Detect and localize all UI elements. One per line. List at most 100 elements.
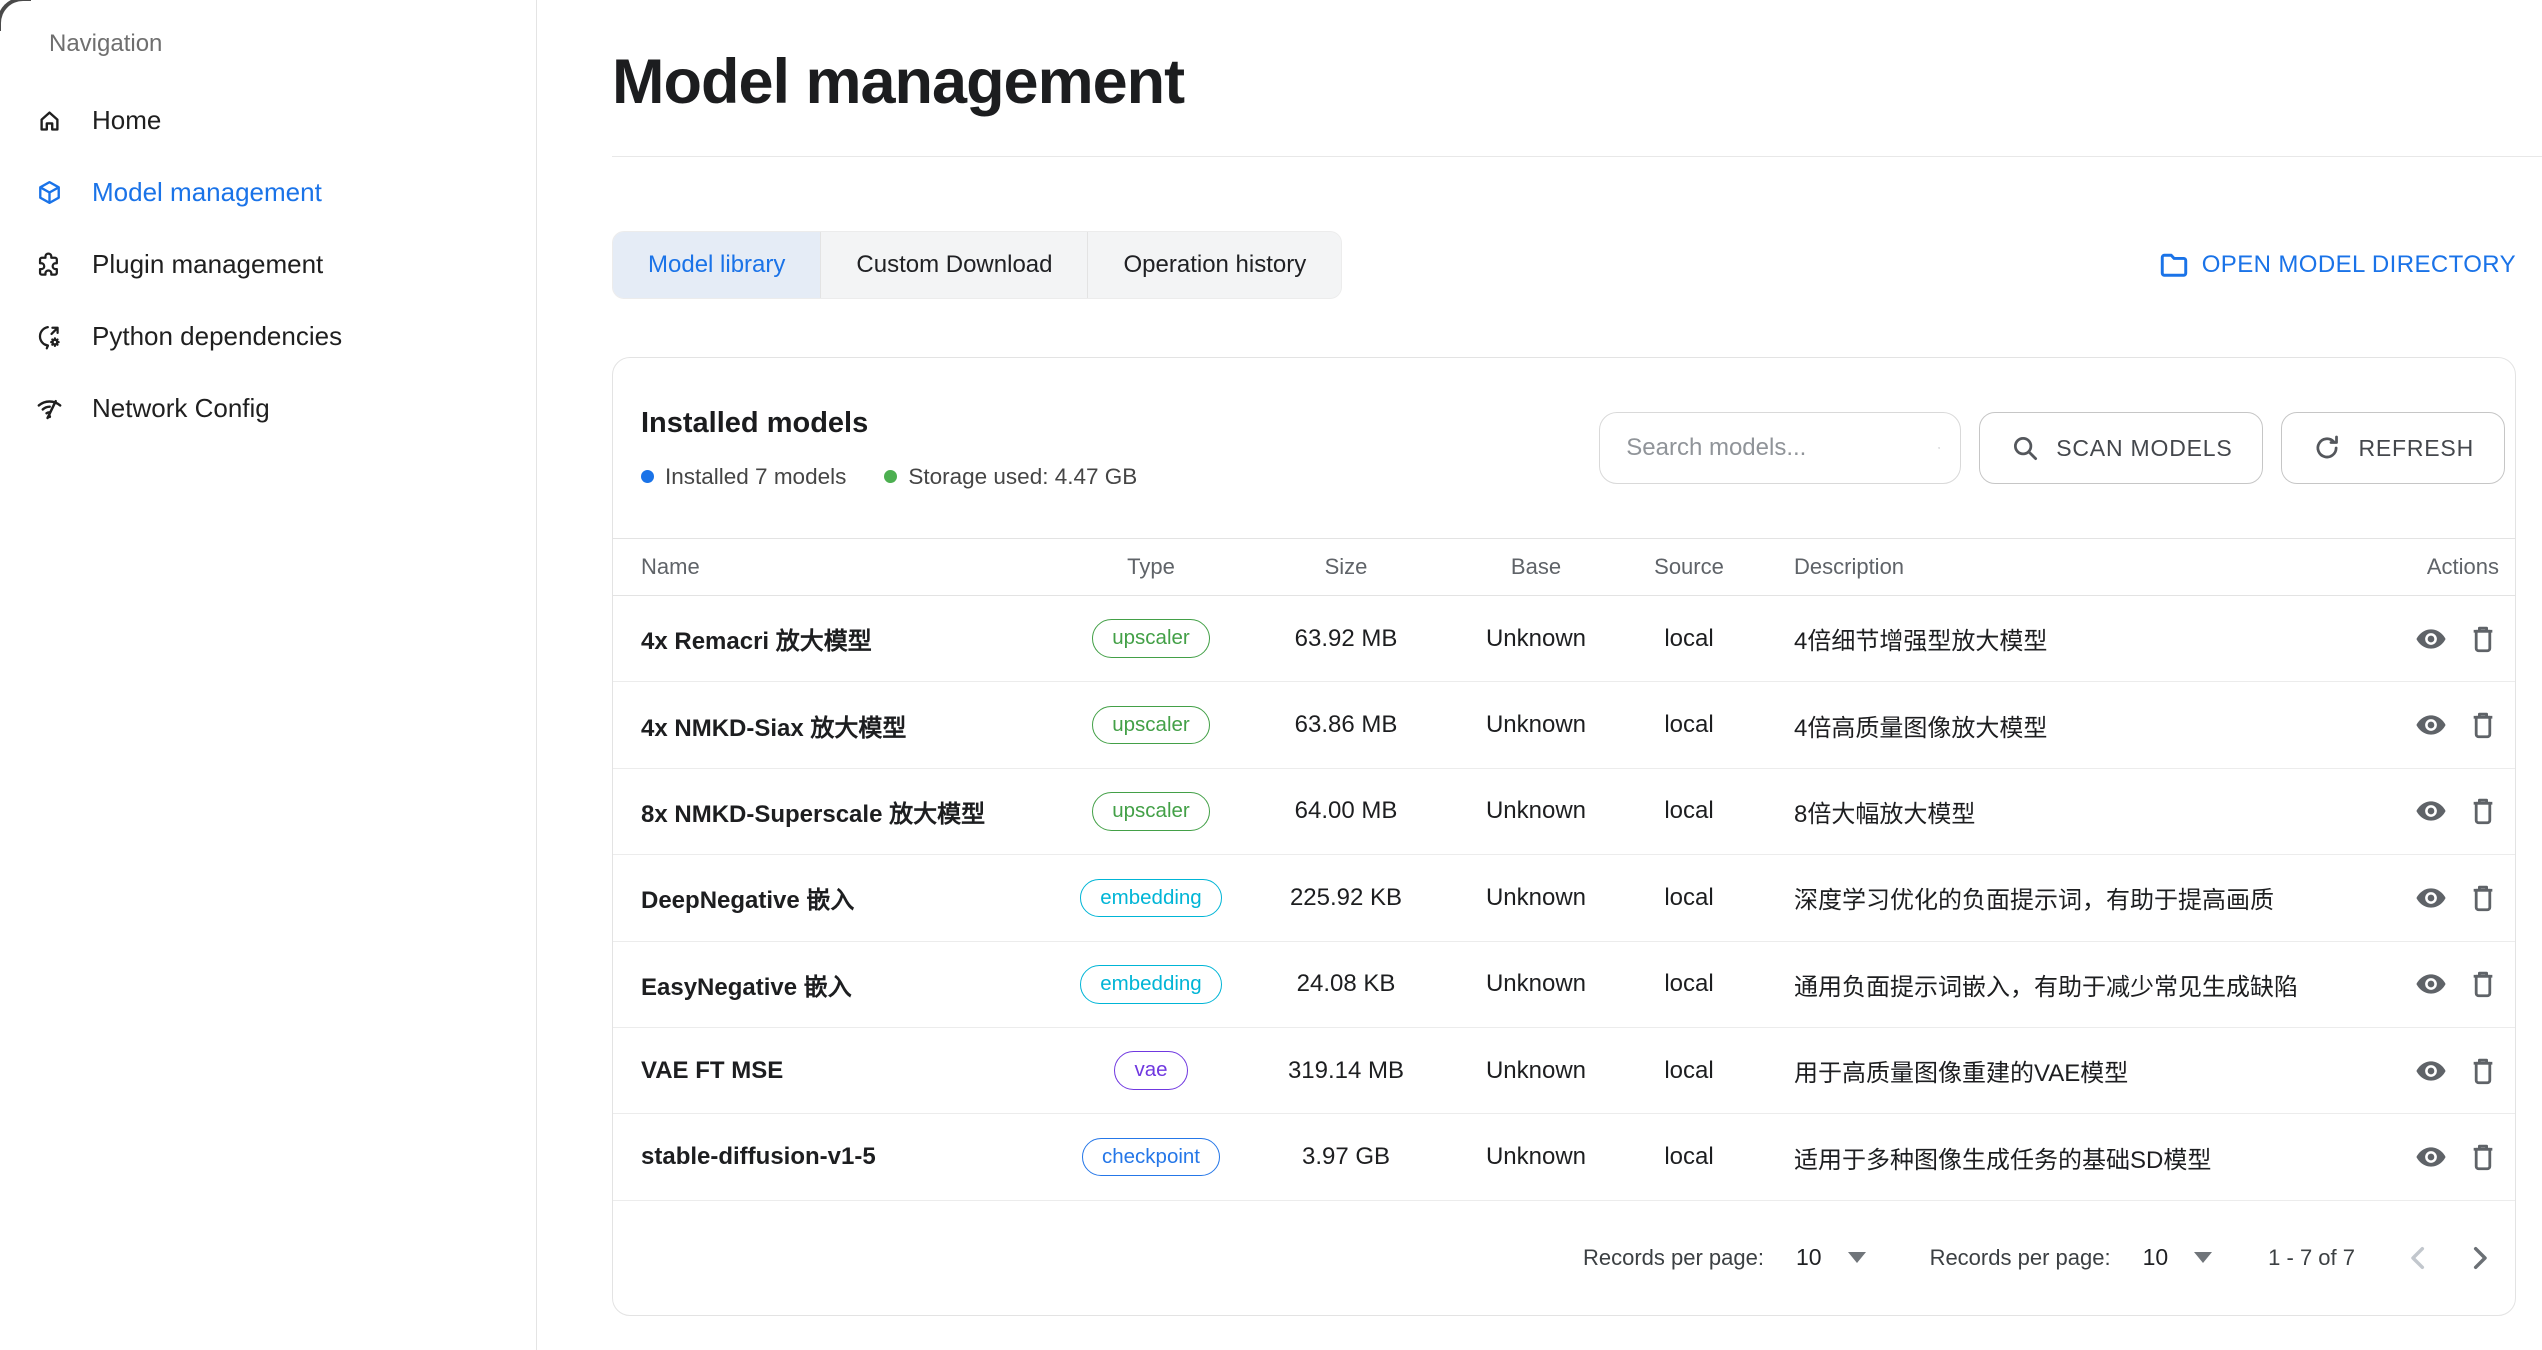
eye-icon	[2415, 709, 2447, 741]
cube-icon	[36, 179, 63, 206]
card-title: Installed models	[641, 407, 1137, 440]
view-model-button[interactable]	[2415, 709, 2447, 741]
tab-model-library[interactable]: Model library	[613, 232, 820, 298]
tab-custom-download[interactable]: Custom Download	[820, 232, 1087, 298]
refresh-label: REFRESH	[2358, 435, 2474, 462]
model-base-cell: Unknown	[1451, 884, 1621, 912]
model-size-cell: 63.92 MB	[1241, 625, 1451, 653]
installed-count-status: Installed 7 models	[641, 464, 846, 490]
sidebar-item-label: Network Config	[92, 393, 270, 424]
delete-model-button[interactable]	[2467, 882, 2499, 914]
network-icon	[36, 395, 63, 422]
status-row: Installed 7 models Storage used: 4.47 GB	[641, 464, 1137, 490]
table-body: 4x Remacri 放大模型upscaler63.92 MBUnknownlo…	[613, 596, 2515, 1201]
model-base-cell: Unknown	[1451, 1143, 1621, 1171]
trash-icon	[2467, 623, 2499, 655]
delete-model-button[interactable]	[2467, 1055, 2499, 1087]
delete-model-button[interactable]	[2467, 1141, 2499, 1173]
records-per-page-value: 10	[2143, 1244, 2169, 1271]
eye-icon	[2415, 1141, 2447, 1173]
model-name-cell: 4x NMKD-Siax 放大模型	[613, 708, 1061, 743]
view-model-button[interactable]	[2415, 1055, 2447, 1087]
sidebar-item-label: Home	[92, 105, 161, 136]
model-source-cell: local	[1621, 884, 1757, 912]
table-row: 4x NMKD-Siax 放大模型upscaler63.86 MBUnknown…	[613, 682, 2515, 768]
storage-used-status: Storage used: 4.47 GB	[884, 464, 1137, 490]
sidebar-item-plugin-management[interactable]: Plugin management	[0, 228, 536, 300]
delete-model-button[interactable]	[2467, 623, 2499, 655]
model-actions-cell	[2347, 882, 2515, 914]
open-model-directory-link[interactable]: OPEN MODEL DIRECTORY	[2156, 249, 2516, 281]
sidebar-item-label: Python dependencies	[92, 321, 342, 352]
next-page-button[interactable]	[2463, 1242, 2495, 1274]
model-name-cell: VAE FT MSE	[613, 1057, 1061, 1085]
sidebar-item-home[interactable]: Home	[0, 84, 536, 156]
records-per-page-value: 10	[1796, 1244, 1822, 1271]
records-per-page-group-1: Records per page: 10	[1583, 1244, 1866, 1271]
view-model-button[interactable]	[2415, 623, 2447, 655]
model-size-cell: 225.92 KB	[1241, 884, 1451, 912]
view-model-button[interactable]	[2415, 968, 2447, 1000]
chevron-right-icon	[2463, 1242, 2495, 1274]
sidebar-item-model-management[interactable]: Model management	[0, 156, 536, 228]
model-source-cell: local	[1621, 625, 1757, 653]
eye-icon	[2415, 623, 2447, 655]
view-model-button[interactable]	[2415, 1141, 2447, 1173]
model-actions-cell	[2347, 623, 2515, 655]
search-icon	[2010, 433, 2040, 463]
storage-used-label: Storage used: 4.47 GB	[908, 464, 1137, 490]
model-base-cell: Unknown	[1451, 1057, 1621, 1085]
page-title: Model management	[612, 46, 2542, 118]
model-name-cell: 8x NMKD-Superscale 放大模型	[613, 794, 1061, 829]
model-type-cell: checkpoint	[1061, 1138, 1241, 1177]
installed-models-card: Installed models Installed 7 models Stor…	[612, 357, 2516, 1316]
records-per-page-label: Records per page:	[1930, 1245, 2111, 1271]
type-badge-upscaler: upscaler	[1092, 619, 1210, 658]
model-base-cell: Unknown	[1451, 625, 1621, 653]
delete-model-button[interactable]	[2467, 968, 2499, 1000]
card-header-left: Installed models Installed 7 models Stor…	[641, 407, 1137, 490]
search-input[interactable]	[1624, 433, 1938, 463]
model-type-cell: upscaler	[1061, 619, 1241, 658]
previous-page-button[interactable]	[2403, 1242, 2435, 1274]
model-actions-cell	[2347, 795, 2515, 827]
refresh-button[interactable]: REFRESH	[2281, 412, 2505, 484]
model-type-cell: embedding	[1061, 879, 1241, 918]
trash-icon	[2467, 795, 2499, 827]
tab-operation-history[interactable]: Operation history	[1087, 232, 1341, 298]
eye-icon	[2415, 795, 2447, 827]
model-description-cell: 4倍高质量图像放大模型	[1757, 708, 2347, 743]
model-size-cell: 319.14 MB	[1241, 1057, 1451, 1085]
model-base-cell: Unknown	[1451, 711, 1621, 739]
python-deps-icon	[36, 323, 63, 350]
header-controls: SCAN MODELS REFRESH	[1599, 412, 2505, 484]
sidebar-item-label: Model management	[92, 177, 322, 208]
model-size-cell: 64.00 MB	[1241, 797, 1451, 825]
eye-icon	[2415, 968, 2447, 1000]
model-description-cell: 8倍大幅放大模型	[1757, 794, 2347, 829]
model-actions-cell	[2347, 1141, 2515, 1173]
title-divider	[612, 156, 2542, 157]
records-per-page-select-1[interactable]: 10	[1796, 1244, 1866, 1271]
model-description-cell: 用于高质量图像重建的VAE模型	[1757, 1053, 2347, 1088]
sidebar-title: Navigation	[49, 30, 536, 58]
delete-model-button[interactable]	[2467, 709, 2499, 741]
table-row: 8x NMKD-Superscale 放大模型upscaler64.00 MBU…	[613, 769, 2515, 855]
home-icon	[36, 107, 63, 134]
installed-dot	[641, 470, 654, 483]
search-box	[1599, 412, 1961, 484]
model-size-cell: 24.08 KB	[1241, 970, 1451, 998]
view-model-button[interactable]	[2415, 882, 2447, 914]
column-header-size: Size	[1241, 554, 1451, 580]
table-row: stable-diffusion-v1-5checkpoint3.97 GBUn…	[613, 1114, 2515, 1200]
view-model-button[interactable]	[2415, 795, 2447, 827]
records-per-page-group-2: Records per page: 10	[1930, 1244, 2213, 1271]
records-per-page-select-2[interactable]: 10	[2143, 1244, 2213, 1271]
sidebar-item-python-dependencies[interactable]: Python dependencies	[0, 300, 536, 372]
model-source-cell: local	[1621, 711, 1757, 739]
scan-models-button[interactable]: SCAN MODELS	[1979, 412, 2263, 484]
sidebar-item-network-config[interactable]: Network Config	[0, 372, 536, 444]
model-source-cell: local	[1621, 797, 1757, 825]
type-badge-embedding: embedding	[1080, 879, 1221, 918]
delete-model-button[interactable]	[2467, 795, 2499, 827]
